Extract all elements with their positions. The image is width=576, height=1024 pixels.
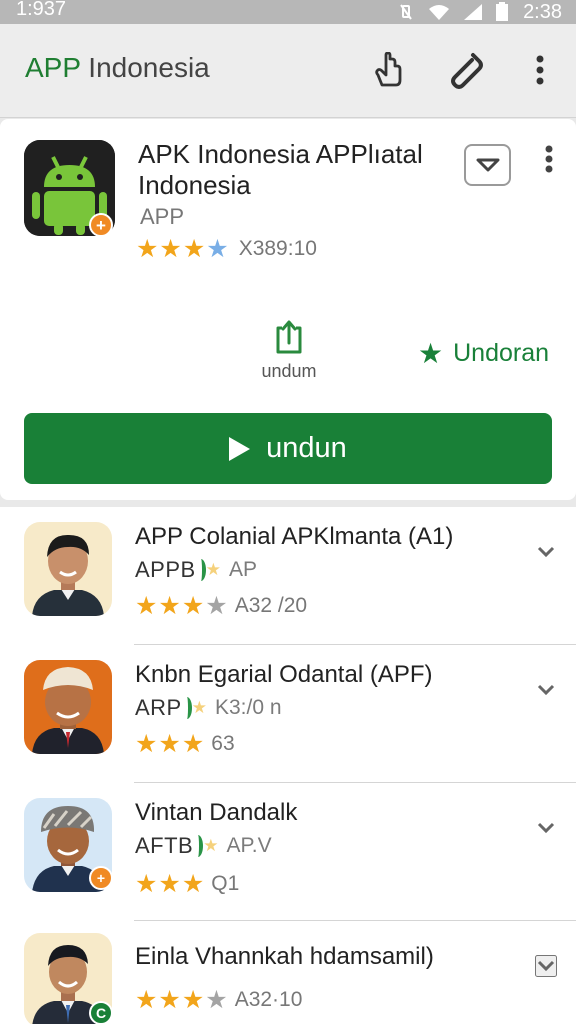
publisher-meta: AP.V (226, 834, 272, 857)
chevron-down-icon (537, 822, 555, 834)
status-bar: 1:937 2:38 (0, 0, 576, 24)
expand-button[interactable] (535, 679, 557, 701)
status-clock: 2:38 (523, 0, 562, 23)
rating-text: A32 /20 (234, 594, 308, 617)
detail-more-button[interactable] (538, 143, 560, 175)
rating-text: Q1 (211, 872, 240, 895)
more-vert-icon (536, 55, 544, 85)
app-subtitle: APP (140, 204, 185, 229)
page-title-rest: Indonesia (80, 52, 210, 83)
star-icon: ★ (158, 870, 181, 898)
star-icon: ★ (181, 730, 205, 758)
list-item[interactable]: C Einla Vhannkah hdamsamil) ★ ★ ★ ★ A32·… (0, 921, 576, 1024)
add-badge-icon: + (89, 866, 113, 890)
avatar (24, 660, 112, 754)
overflow-menu-button[interactable] (518, 48, 562, 92)
publisher-code: APPB (135, 557, 196, 582)
app-list: APP Colanial APKlmanta (A1) APPB ★ AP ★ … (0, 507, 576, 1024)
publisher-meta: AP (228, 558, 257, 581)
star-icon: ★ (135, 986, 158, 1014)
wishlist-label: Undoran (453, 339, 550, 367)
star-icon: ★ (158, 730, 181, 758)
attachment-icon (451, 53, 483, 89)
list-item-rating: ★ ★ ★ 63 (135, 731, 235, 757)
list-item-publisher: APPB ★ AP (135, 557, 257, 583)
app-title: APK Indonesia APPlıatal Indonesia (138, 139, 423, 200)
avatar (24, 522, 112, 616)
export-icon (276, 320, 302, 353)
rating-text: 63 (211, 732, 235, 755)
star-icon: ★ (181, 592, 205, 620)
list-item-publisher: ARP ★ K3:/0 n (135, 695, 282, 721)
star-icon: ★ (136, 235, 159, 263)
expand-button[interactable] (535, 817, 557, 839)
verified-badge-icon: ★ (196, 559, 221, 581)
share-action-icon-wrap (256, 319, 322, 356)
list-item-title: APP Colanial APKlmanta (A1) (135, 523, 454, 550)
status-icons: 2:38 (397, 0, 562, 24)
expand-button[interactable] (535, 541, 557, 563)
star-icon: ★ (181, 870, 205, 898)
avatar-portrait-icon (24, 660, 112, 754)
rating-text: A32·10 (234, 988, 303, 1011)
wishlist-button[interactable]: ★ Undoran (418, 339, 549, 368)
star-icon: ★ (158, 592, 181, 620)
battery-icon (496, 2, 509, 21)
star-icon: ★ (159, 235, 182, 263)
share-action-label: undum (261, 360, 317, 381)
star-icon: ★ (135, 730, 158, 758)
verified-badge-icon: ★ (182, 697, 207, 719)
verified-badge-icon: ★ (193, 835, 218, 857)
star-icon: ★ (135, 870, 158, 898)
list-item[interactable]: APP Colanial APKlmanta (A1) APPB ★ AP ★ … (0, 507, 576, 645)
star-icon: ★ (418, 337, 444, 369)
list-item-rating: ★ ★ ★ ★ A32·10 (135, 987, 302, 1013)
list-item-rating: ★ ★ ★ Q1 (135, 871, 239, 897)
page-title-brand: APP (25, 52, 81, 83)
page-title: APP Indonesia (25, 52, 210, 84)
avatar-portrait-icon (24, 522, 112, 616)
publisher-code: ARP (135, 695, 182, 720)
star-outline-icon: ★ (206, 235, 229, 263)
list-item[interactable]: Knbn Egarial Odantal (APF) ARP ★ K3:/0 n… (0, 645, 576, 783)
rating-count: X389:10 (238, 237, 317, 260)
play-icon (229, 436, 251, 461)
publisher-meta: K3:/0 n (215, 696, 282, 719)
list-item-rating: ★ ★ ★ ★ A32 /20 (135, 593, 307, 619)
app-detail-card: + APK Indonesia APPlıatal Indonesia APP … (0, 119, 576, 500)
more-vert-icon (545, 145, 553, 173)
add-badge-icon: + (89, 213, 113, 237)
status-time: 1:937 (16, 0, 67, 20)
star-icon: ★ (158, 986, 181, 1014)
filter-icon (476, 158, 499, 172)
star-icon: ★ (181, 986, 205, 1014)
signal-icon (464, 4, 483, 20)
app-rating: ★ ★ ★ ★ X389:10 (136, 236, 317, 262)
chevron-down-icon (537, 546, 555, 558)
star-icon: ★ (135, 592, 158, 620)
list-item-publisher: AFTB ★ AP.V (135, 833, 272, 859)
attachment-button[interactable] (445, 48, 489, 92)
list-item-title: Vintan Dandalk (135, 799, 298, 826)
list-item-title: Einla Vhannkah hdamsamil) (135, 943, 434, 970)
list-item[interactable]: + Vintan Dandalk AFTB ★ AP.V ★ ★ ★ Q1 (0, 783, 576, 921)
filter-button[interactable] (464, 144, 511, 186)
share-button[interactable] (366, 48, 410, 92)
star-icon: ★ (182, 235, 206, 263)
share-action-button[interactable]: undum (256, 318, 322, 382)
list-item-title: Knbn Egarial Odantal (APF) (135, 661, 433, 688)
chevron-down-icon (537, 960, 555, 972)
install-button[interactable]: undun (24, 413, 552, 484)
chevron-down-icon (537, 684, 555, 696)
publisher-code: AFTB (135, 833, 194, 858)
star-empty-icon: ★ (205, 592, 228, 620)
install-label: undun (266, 432, 347, 464)
share-hand-icon (375, 52, 402, 87)
star-empty-icon: ★ (205, 986, 228, 1014)
app-bar: APP Indonesia (0, 24, 576, 118)
vibrate-off-icon (400, 4, 412, 20)
wifi-icon (429, 5, 450, 20)
expand-button[interactable] (535, 955, 557, 977)
verified-badge-icon: C (89, 1001, 113, 1024)
